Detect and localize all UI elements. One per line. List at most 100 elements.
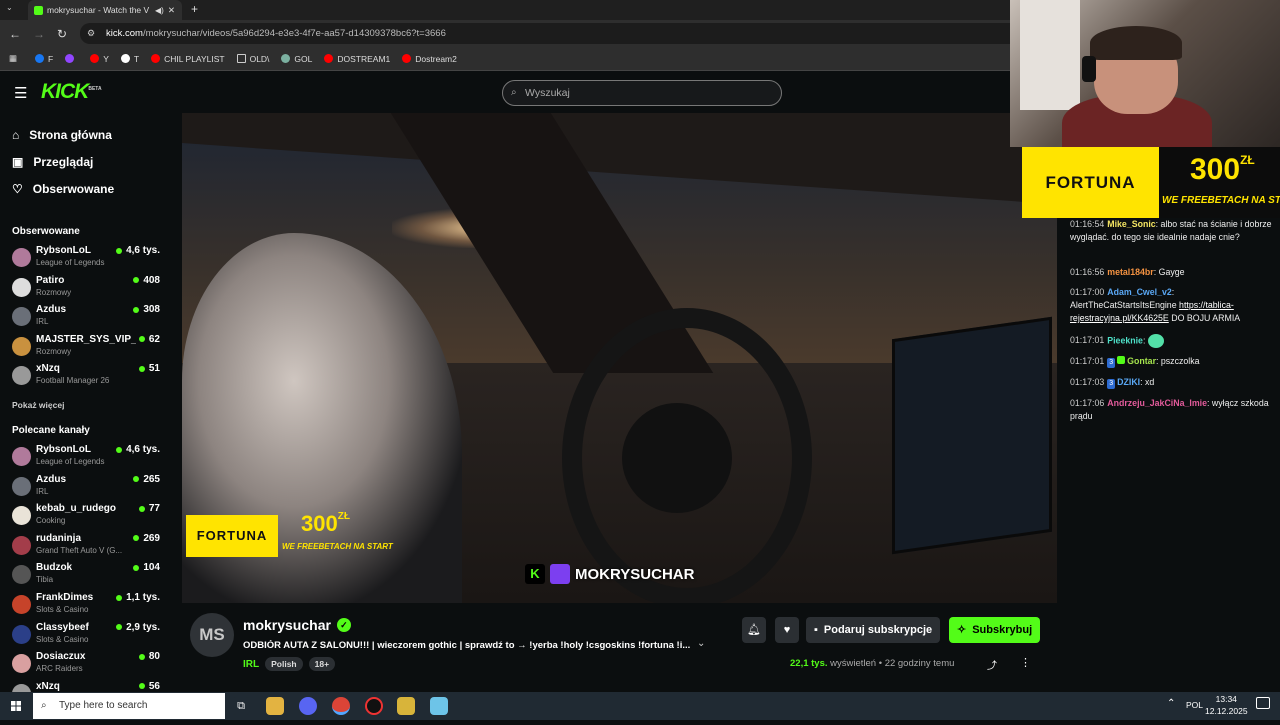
url-field[interactable]: kick.com/mokrysuchar/videos/5a96d294-e3e… — [80, 23, 1010, 44]
chat-username[interactable]: Adam_Cwel_v2 — [1107, 287, 1172, 297]
sidebar-channel[interactable]: Dosiaczux ARC Raiders 80 — [12, 651, 160, 677]
show-more-link[interactable]: Pokaż więcej — [12, 400, 64, 410]
kick-favicon-icon — [34, 5, 43, 15]
menu-icon[interactable]: ☰ — [14, 84, 27, 102]
channel-category: Slots & Casino — [36, 634, 89, 644]
sidebar-channel[interactable]: rudaninja Grand Theft Auto V (G... 269 — [12, 533, 160, 559]
channel-avatar — [12, 307, 31, 327]
follow-button[interactable]: ♥ — [775, 617, 799, 643]
chrome-icon[interactable] — [332, 697, 350, 715]
kick-logo[interactable]: KICKBETA — [41, 80, 102, 104]
apps-grid-icon[interactable]: ▦ — [9, 53, 17, 64]
channel-name: Patiro — [36, 274, 65, 286]
bookmark-item[interactable]: OLD\ — [236, 54, 269, 64]
chat-username[interactable]: Pieeknie — [1107, 335, 1143, 345]
bookmark-item[interactable]: CHIL PLAYLIST — [151, 54, 225, 64]
tag-language[interactable]: Polish — [265, 657, 303, 671]
bookmark-item[interactable]: T — [120, 54, 139, 64]
sidebar-channel[interactable]: RybsonLoL League of Legends 4,6 tys. — [12, 245, 160, 271]
tray-chevron-icon[interactable]: ⌃ — [1167, 698, 1175, 709]
ad-amount: 300ZŁ — [301, 511, 350, 536]
audio-icon: ◀) — [155, 5, 164, 15]
viewer-count: 62 — [138, 334, 160, 345]
channel-avatar — [12, 506, 31, 526]
bookmarks-bar: ▦ F Y T CHIL PLAYLIST OLD\ GOL DOSTREAM1 Dostre… — [0, 47, 1010, 71]
obs-icon[interactable] — [365, 697, 383, 715]
more-options-icon[interactable]: ⋮ — [1020, 656, 1031, 669]
subscribe-button[interactable]: ✧ Subskrybuj — [949, 617, 1041, 643]
streamer-name[interactable]: mokrysuchar ✓ — [243, 617, 351, 633]
channel-category: Grand Theft Auto V (G... — [36, 545, 123, 555]
sidebar-channel[interactable]: RybsonLoL League of Legends 4,6 tys. — [12, 444, 160, 470]
gift-icon: ▪ — [814, 624, 818, 636]
bookmark-item[interactable]: Dostream2 — [402, 54, 457, 64]
channel-category: IRL — [36, 486, 49, 496]
site-info-icon[interactable]: ⚙ — [87, 28, 95, 39]
gift-subs-button[interactable]: ▪ Podaruj subskrypcje — [806, 617, 941, 643]
sidebar-channel[interactable]: FrankDimes Slots & Casino 1,1 tys. — [12, 592, 160, 618]
chat-username[interactable]: Andrzeju_JakCiNa_Imie — [1107, 398, 1207, 408]
search-input[interactable]: ⌕ Wyszukaj — [502, 80, 782, 106]
channel-avatar — [12, 476, 31, 496]
tab-close-icon[interactable]: ✕ — [168, 5, 175, 16]
sidebar-channel[interactable]: xNzq Football Manager 26 51 — [12, 363, 160, 389]
app-icon[interactable] — [397, 697, 415, 715]
sidebar-channel[interactable]: Azdus IRL 265 — [12, 474, 160, 500]
sidebar-channel[interactable]: kebab_u_rudego Cooking 77 — [12, 503, 160, 529]
nav-browse[interactable]: ▣ Przeglądaj — [12, 155, 93, 169]
sidebar-channel[interactable]: Budzok Tibia 104 — [12, 562, 160, 588]
nav-following[interactable]: ♡ Obserwowane — [12, 182, 114, 196]
sparkle-icon: ✧ — [957, 624, 967, 636]
forward-icon[interactable]: → — [33, 27, 45, 41]
notifications-icon[interactable] — [1256, 697, 1270, 709]
viewer-count: 51 — [138, 363, 160, 374]
reload-icon[interactable]: ↻ — [57, 27, 67, 41]
bookmark-item[interactable]: GOL — [281, 54, 312, 64]
tab-list-icon[interactable]: ⌄ — [6, 3, 13, 12]
channel-name: Dosiaczux — [36, 651, 86, 663]
file-explorer-icon[interactable] — [266, 697, 284, 715]
category-link[interactable]: IRL — [243, 659, 259, 670]
back-icon[interactable]: ← — [9, 27, 21, 41]
taskbar-search[interactable]: ⌕ Type here to search — [33, 693, 225, 719]
discord-icon[interactable] — [299, 697, 317, 715]
tag-mature[interactable]: 18+ — [308, 657, 336, 671]
url-host: kick.com — [106, 28, 143, 39]
notepad-icon[interactable] — [430, 697, 448, 715]
sidebar-channel[interactable]: Classybeef Slots & Casino 2,9 tys. — [12, 622, 160, 648]
banner-sub: WE FREEBETACH NA START — [1162, 195, 1280, 206]
bookmark-item[interactable] — [65, 54, 78, 64]
system-clock[interactable]: 13:34 12.12.2025 — [1205, 693, 1248, 717]
followed-heading: Obserwowane — [12, 226, 80, 237]
chat-message: 01:17:01 Pieeknie: — [1070, 334, 1275, 348]
chat-username[interactable]: metal184br — [1107, 267, 1153, 277]
browser-tab[interactable]: mokrysuchar - Watch the V ◀) ✕ — [28, 0, 182, 20]
chevron-down-icon[interactable]: ⌄ — [697, 638, 705, 649]
stream-tags: IRL Polish 18+ — [243, 657, 336, 671]
sidebar-channel[interactable]: MAJSTER_SYS_VIP_C Rozmowy 62 — [12, 334, 160, 360]
task-view-icon[interactable]: ⧉ — [232, 697, 250, 715]
chat-username[interactable]: Gontar — [1127, 356, 1156, 366]
streamer-avatar[interactable]: MS — [190, 613, 234, 657]
chat-username[interactable]: Mike_Sonic — [1107, 219, 1155, 229]
bookmark-icon — [35, 54, 45, 63]
language-indicator[interactable]: POL — [1186, 700, 1203, 710]
bell-icon: 🔔︎ — [747, 624, 761, 636]
bookmark-item[interactable]: DOSTREAM1 — [324, 54, 390, 64]
kick-watermark-icon: K — [525, 564, 545, 584]
channel-category: Cooking — [36, 516, 66, 526]
start-button[interactable] — [0, 692, 32, 720]
new-tab-icon[interactable]: + — [191, 2, 198, 16]
notification-bell-button[interactable]: 🔔︎ — [742, 617, 766, 643]
channel-category: League of Legends — [36, 457, 105, 466]
nav-home[interactable]: ⌂ Strona główna — [12, 128, 112, 142]
sidebar-channel[interactable]: Azdus IRL 308 — [12, 304, 160, 330]
bookmark-item[interactable]: F — [35, 54, 53, 64]
chat-username[interactable]: DZIKI — [1117, 377, 1140, 387]
sidebar-channel[interactable]: Patiro Rozmowy 408 — [12, 275, 160, 301]
sidebar-channel[interactable]: xNzq 56 — [12, 681, 160, 692]
bookmark-item[interactable]: Y — [90, 54, 109, 64]
chat-message: 01:17:03 3 DZIKI: xd — [1070, 377, 1155, 389]
share-icon[interactable]: ⤴ — [987, 657, 997, 672]
video-stats: 22,1 tys. wyświetleń • 22 godziny temu — [790, 658, 955, 669]
